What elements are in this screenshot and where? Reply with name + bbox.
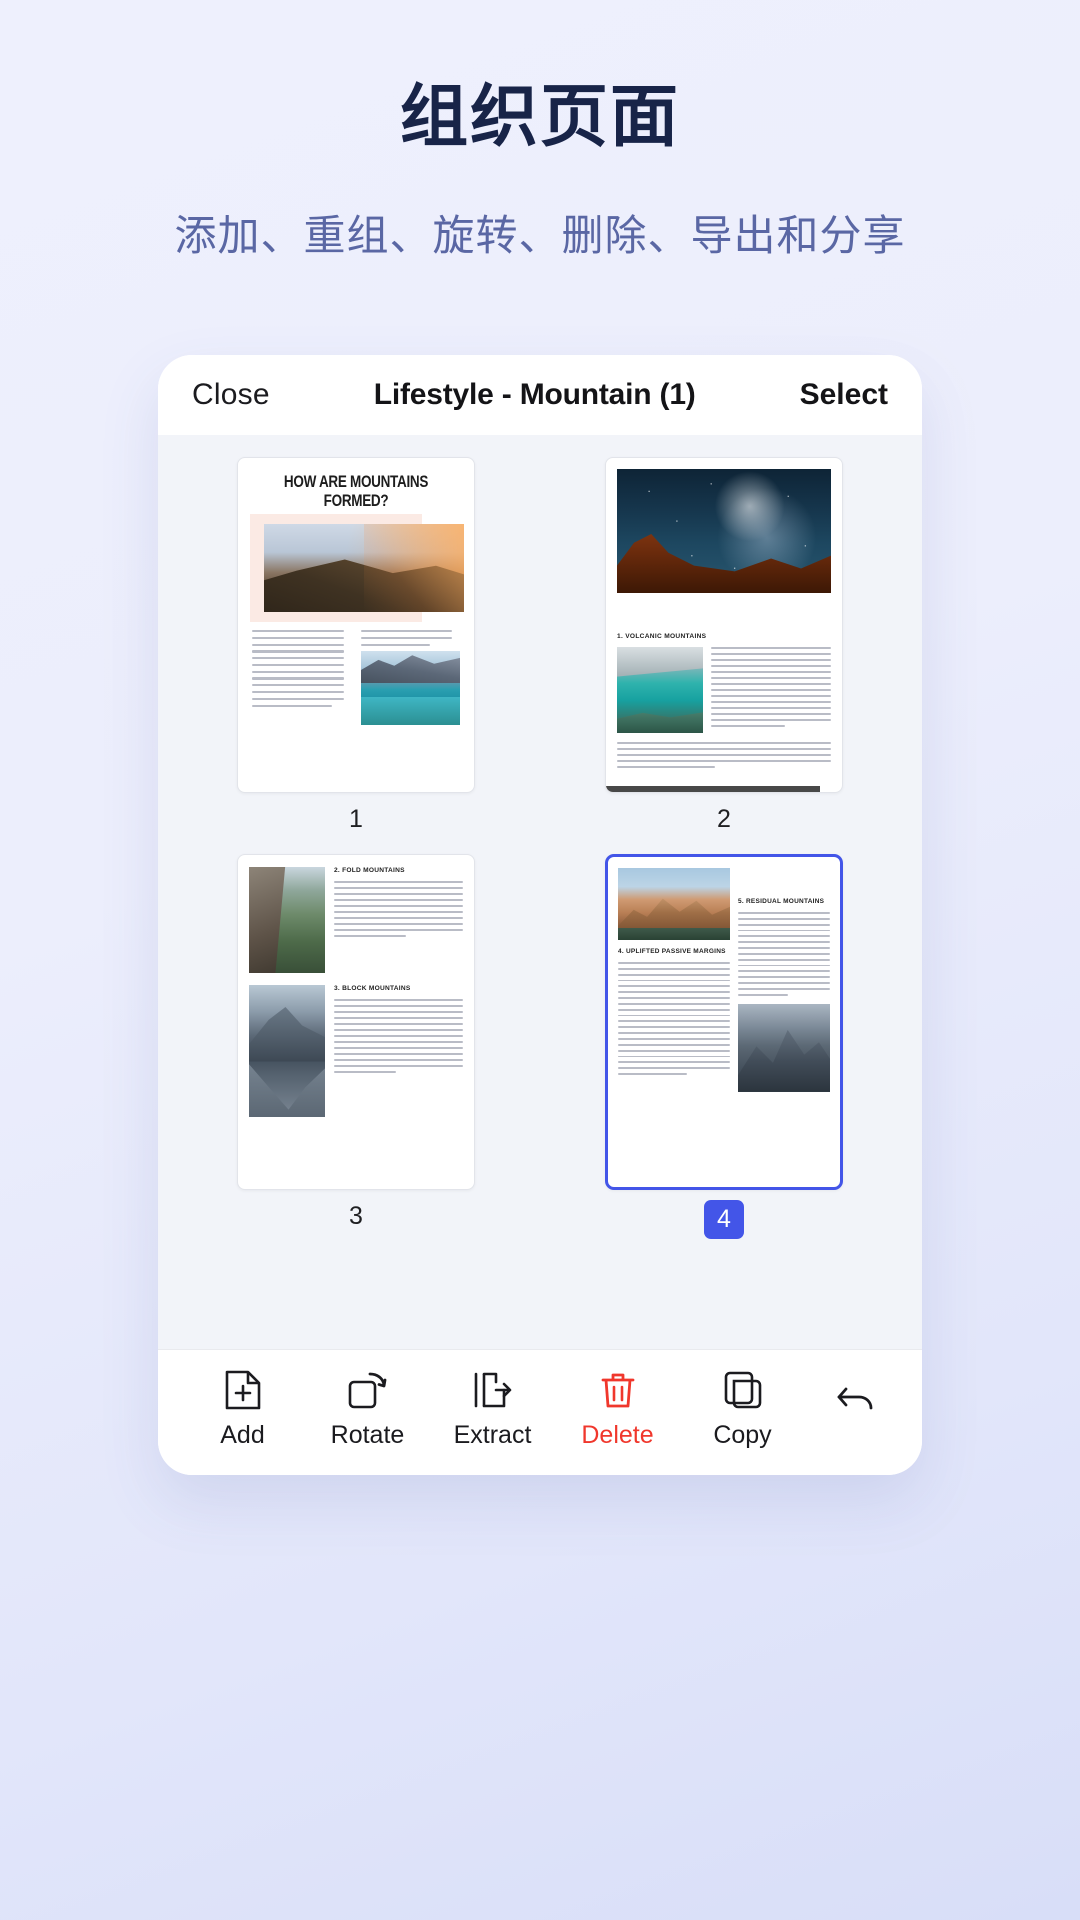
page-2-row bbox=[617, 647, 831, 733]
copy-button[interactable]: Copy bbox=[700, 1368, 786, 1448]
page-2-content: TYPE OF MOUNTAINS AND HOW ARE THEY FORME… bbox=[606, 469, 842, 792]
mountain-photo bbox=[264, 524, 464, 612]
extract-label: Extract bbox=[453, 1420, 532, 1449]
page-1-body-right bbox=[360, 630, 460, 725]
bottom-toolbar: Add Rotate Extract Delete Copy bbox=[158, 1349, 922, 1475]
lake-photo bbox=[360, 650, 460, 725]
trash-icon bbox=[596, 1368, 640, 1412]
app-header: Close Lifestyle - Mountain (1) Select bbox=[158, 355, 922, 435]
page-cell-2: TYPE OF MOUNTAINS AND HOW ARE THEY FORME… bbox=[552, 457, 896, 854]
page-4-heading-1: 4. UPLIFTED PASSIVE MARGINS bbox=[618, 948, 726, 955]
add-page-icon bbox=[221, 1368, 265, 1412]
select-button[interactable]: Select bbox=[800, 378, 888, 412]
delete-label: Delete bbox=[581, 1420, 654, 1449]
page-2-paragraph bbox=[711, 647, 831, 733]
page-2-banner: TYPE OF MOUNTAINS AND HOW ARE THEY FORME… bbox=[606, 785, 820, 792]
undo-icon bbox=[831, 1380, 875, 1424]
page-number-1: 1 bbox=[349, 805, 363, 833]
undo-button[interactable] bbox=[825, 1380, 881, 1435]
page-cell-1: HOW ARE MOUNTAINS FORMED? 1 bbox=[184, 457, 528, 854]
extract-button[interactable]: Extract bbox=[450, 1368, 536, 1448]
page-3-text-1: 2. FOLD MOUNTAINS bbox=[334, 867, 463, 973]
page-2-body: 1. VOLCANIC MOUNTAINS bbox=[606, 593, 842, 768]
volcanic-lake-photo bbox=[617, 647, 703, 733]
delete-button[interactable]: Delete bbox=[575, 1368, 661, 1448]
valley-photo bbox=[249, 867, 325, 973]
extract-icon bbox=[471, 1368, 515, 1412]
page-number-3: 3 bbox=[349, 1202, 363, 1230]
page-1-title: HOW ARE MOUNTAINS FORMED? bbox=[283, 472, 429, 510]
dark-mountain-photo bbox=[738, 1003, 830, 1092]
rotate-button[interactable]: Rotate bbox=[325, 1368, 411, 1448]
close-button[interactable]: Close bbox=[192, 378, 270, 412]
promo-subtitle: 添加、重组、旋转、删除、导出和分享 bbox=[174, 212, 906, 260]
page-grid-area[interactable]: HOW ARE MOUNTAINS FORMED? 1 1. VOLCANIC … bbox=[158, 435, 922, 1349]
page-1-hero bbox=[250, 514, 464, 622]
page-1-body-left bbox=[252, 630, 352, 725]
page-thumbnail-3[interactable]: 2. FOLD MOUNTAINS 3. BLOCK MOUNTAINS bbox=[237, 854, 475, 1190]
reflection-mountain-photo bbox=[249, 985, 325, 1117]
page-number-4: 4 bbox=[704, 1200, 744, 1239]
rocky-peak-photo bbox=[618, 868, 730, 940]
rotate-icon bbox=[346, 1368, 390, 1412]
page-cell-3: 2. FOLD MOUNTAINS 3. BLOCK MOUNTAINS 3 bbox=[184, 854, 528, 1261]
page-4-left-column: 4. UPLIFTED PASSIVE MARGINS bbox=[618, 868, 730, 1092]
page-3-heading-2: 3. BLOCK MOUNTAINS bbox=[334, 985, 411, 992]
page-3-section-1: 2. FOLD MOUNTAINS bbox=[249, 867, 463, 973]
app-screenshot-card: Close Lifestyle - Mountain (1) Select HO… bbox=[158, 355, 922, 1475]
promo-header: 组织页面 添加、重组、旋转、删除、导出和分享 bbox=[0, 0, 1080, 263]
add-button[interactable]: Add bbox=[200, 1368, 286, 1448]
promo-title: 组织页面 bbox=[399, 79, 680, 155]
page-3-content: 2. FOLD MOUNTAINS 3. BLOCK MOUNTAINS bbox=[238, 855, 474, 1117]
night-sky-photo bbox=[617, 469, 831, 593]
page-4-row: 4. UPLIFTED PASSIVE MARGINS 5. RESIDUAL … bbox=[618, 868, 830, 1092]
add-label: Add bbox=[220, 1420, 265, 1449]
page-4-right-column: 5. RESIDUAL MOUNTAINS bbox=[738, 868, 830, 1092]
document-title: Lifestyle - Mountain (1) bbox=[373, 378, 696, 411]
page-3-text-2: 3. BLOCK MOUNTAINS bbox=[334, 985, 463, 1117]
page-3-section-2: 3. BLOCK MOUNTAINS bbox=[249, 985, 463, 1117]
page-thumbnail-1[interactable]: HOW ARE MOUNTAINS FORMED? bbox=[237, 457, 475, 793]
rotate-label: Rotate bbox=[330, 1420, 405, 1449]
copy-label: Copy bbox=[713, 1420, 772, 1449]
page-cell-4: 4. UPLIFTED PASSIVE MARGINS 5. RESIDUAL … bbox=[552, 854, 896, 1261]
page-1-columns bbox=[250, 630, 462, 725]
page-1-content: HOW ARE MOUNTAINS FORMED? bbox=[238, 458, 474, 725]
page-4-content: 4. UPLIFTED PASSIVE MARGINS 5. RESIDUAL … bbox=[608, 857, 840, 1092]
page-2-paragraph-2 bbox=[617, 742, 831, 768]
page-thumbnail-2[interactable]: TYPE OF MOUNTAINS AND HOW ARE THEY FORME… bbox=[605, 457, 843, 793]
page-2-heading: 1. VOLCANIC MOUNTAINS bbox=[617, 633, 707, 640]
page-3-heading-1: 2. FOLD MOUNTAINS bbox=[334, 867, 405, 874]
page-number-2: 2 bbox=[717, 805, 731, 833]
copy-icon bbox=[721, 1368, 765, 1412]
page-grid: HOW ARE MOUNTAINS FORMED? 1 1. VOLCANIC … bbox=[184, 457, 896, 1261]
page-4-heading-2: 5. RESIDUAL MOUNTAINS bbox=[738, 898, 825, 905]
page-thumbnail-4[interactable]: 4. UPLIFTED PASSIVE MARGINS 5. RESIDUAL … bbox=[605, 854, 843, 1190]
